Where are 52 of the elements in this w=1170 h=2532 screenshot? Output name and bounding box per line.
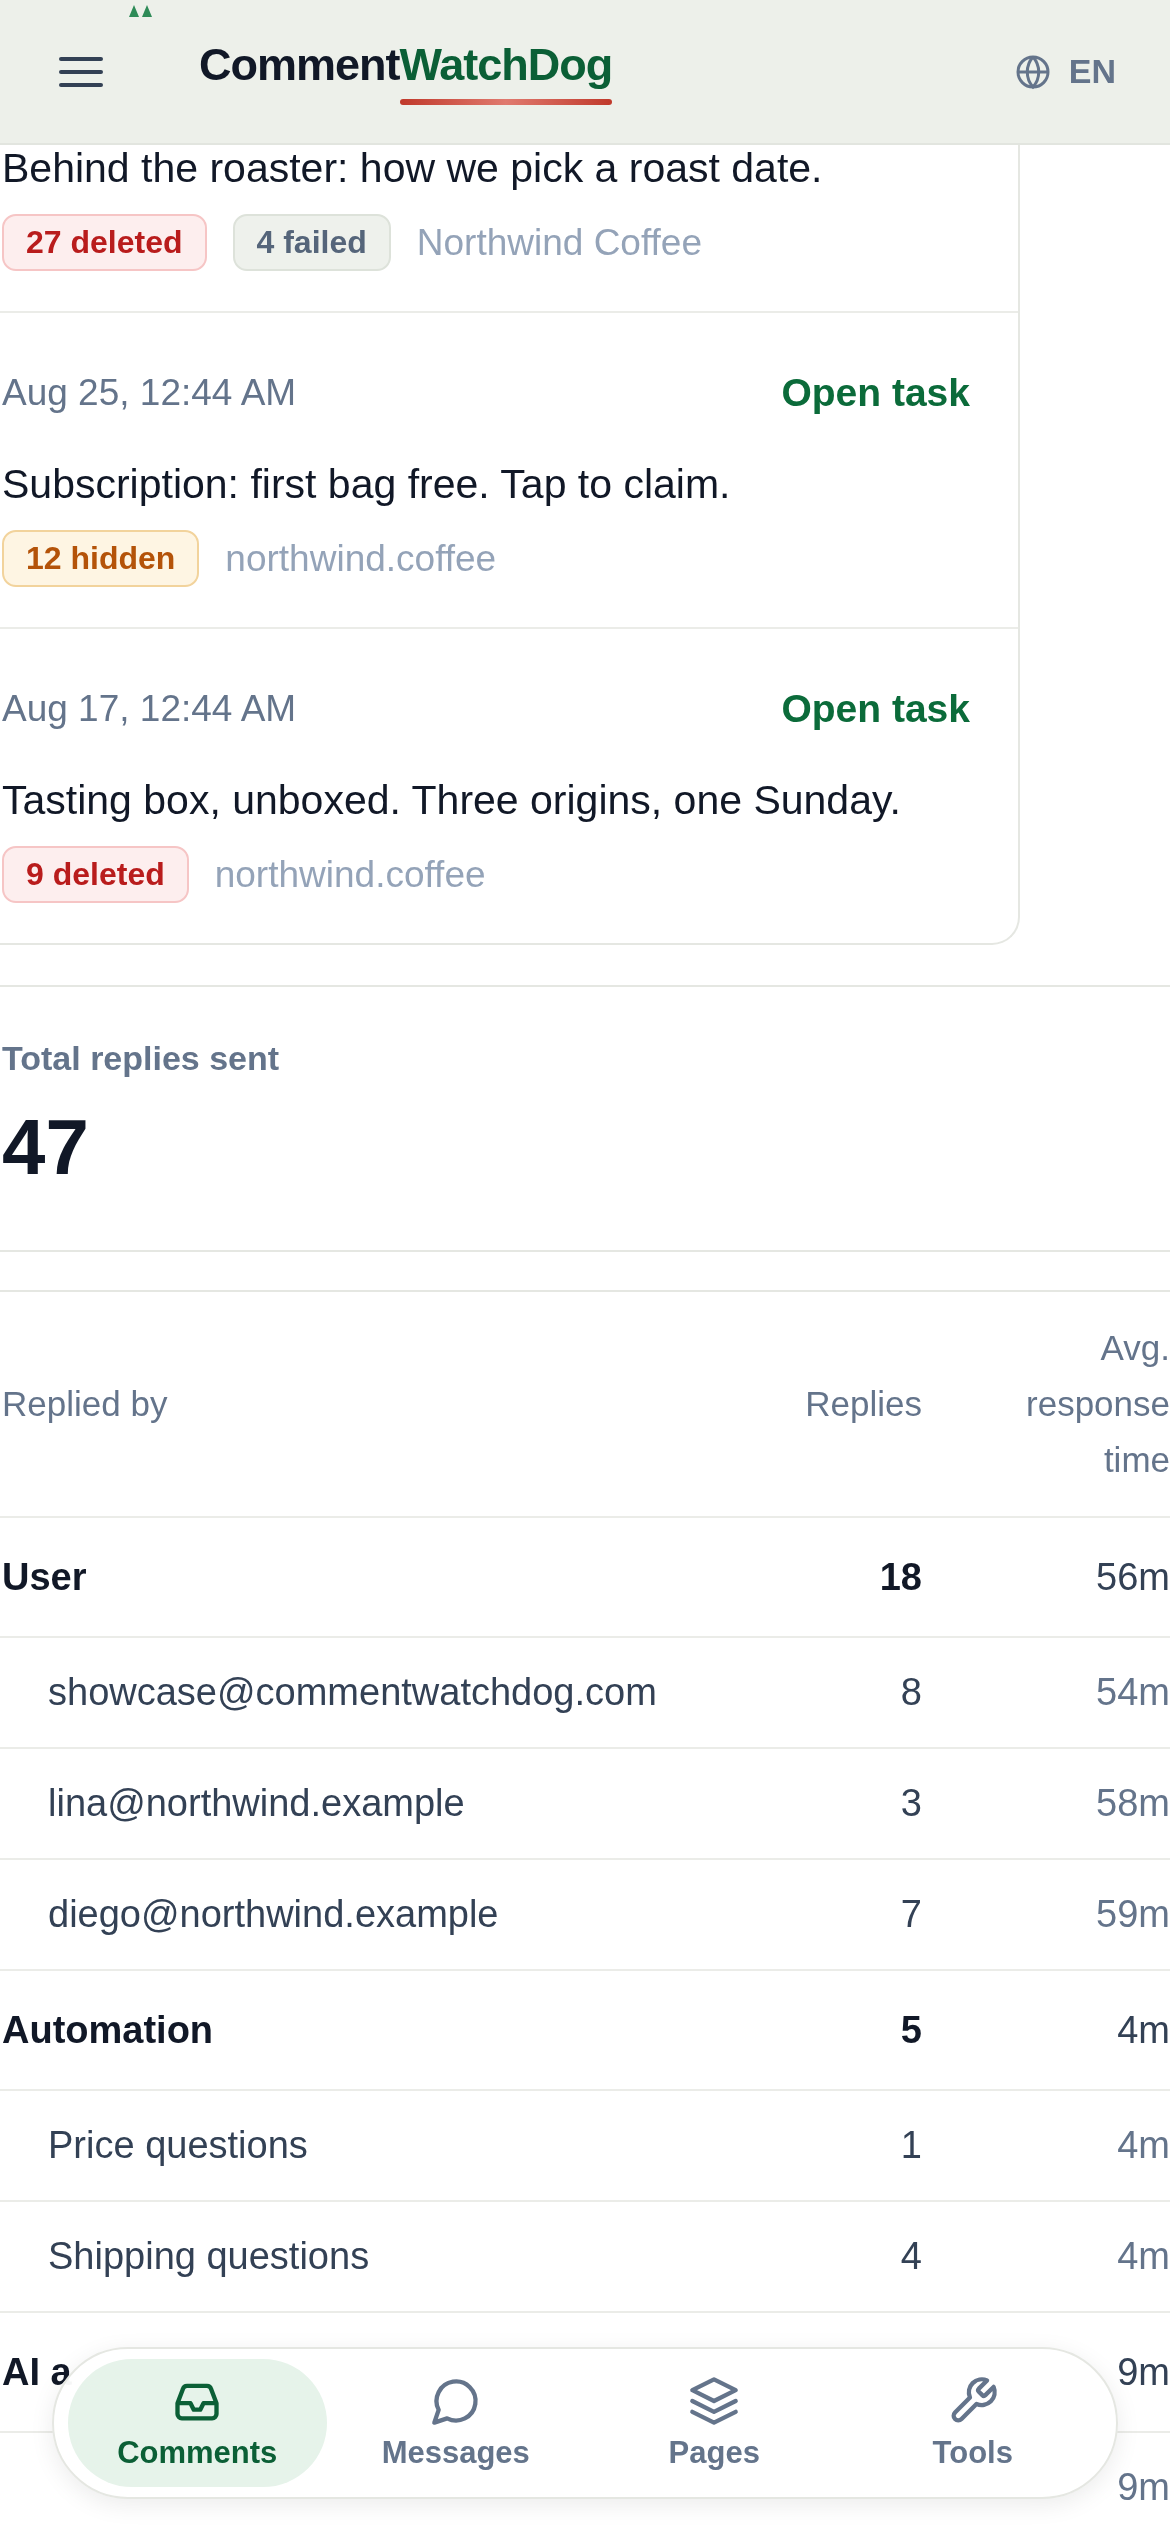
failed-count-badge: 4 failed	[232, 214, 391, 271]
table-cell: Price questions	[48, 2124, 308, 2166]
stat-label: Total replies sent	[2, 1039, 281, 1078]
task-date: Aug 25, 12:44 AM	[2, 372, 297, 414]
menu-icon[interactable]	[58, 54, 104, 89]
nav-tab[interactable]: Messages	[326, 2359, 585, 2487]
source-name: Northwind Coffee	[416, 221, 702, 264]
column-header: Avg. response time	[1025, 1327, 1170, 1481]
nav-tab[interactable]: Pages	[585, 2359, 844, 2487]
logo-text: Comment	[199, 38, 400, 91]
table-cell: 4m	[1117, 2124, 1170, 2166]
language-button[interactable]: EN	[1008, 51, 1122, 92]
table-cell: 58m	[1096, 1782, 1170, 1824]
table-cell: 5	[900, 2008, 922, 2051]
table-cell: 56m	[1096, 1555, 1170, 1598]
table-cell: 59m	[1096, 1893, 1170, 1935]
table-cell: 4m	[1117, 2008, 1170, 2051]
task-date: Aug 17, 12:44 AM	[2, 688, 297, 730]
table-cell: 1	[900, 2124, 922, 2166]
column-header: Replied by	[1, 1384, 169, 1424]
table-cell: 9m	[1117, 2350, 1170, 2393]
open-task-link[interactable]: Open task	[781, 371, 970, 415]
table-cell: 4m	[1117, 2235, 1170, 2277]
nav-tab[interactable]: Comments	[68, 2359, 327, 2487]
table-cell: lina@northwind.example	[48, 1782, 465, 1824]
post-title: Behind the roaster: how we pick a roast date.	[2, 145, 824, 192]
source-name: northwind.coffee	[225, 537, 497, 580]
deleted-count-badge: 9 deleted	[2, 846, 189, 903]
post-title: Tasting box, unboxed. Three origins, one Sunday.	[2, 777, 902, 824]
nav-tab[interactable]: Tools	[843, 2359, 1102, 2487]
table-cell: 8	[900, 1671, 922, 1713]
table-cell: User	[2, 1555, 87, 1598]
deleted-count-badge: 27 deleted	[2, 214, 207, 271]
hidden-count-badge: 12 hidden	[2, 530, 200, 587]
table-cell: 7	[900, 1893, 922, 1935]
table-cell: 54m	[1096, 1671, 1170, 1713]
source-name: northwind.coffee	[214, 853, 486, 896]
table-cell: diego@northwind.example	[48, 1893, 499, 1935]
table-cell: 9m	[1117, 2466, 1170, 2508]
globe-icon	[1014, 53, 1051, 90]
table-cell: Shipping questions	[48, 2235, 370, 2277]
column-header: Replies	[804, 1384, 922, 1424]
table-cell: 4	[900, 2235, 922, 2277]
stat-value: 47	[2, 1108, 90, 1186]
table-cell: showcase@commentwatchdog.com	[48, 1671, 657, 1713]
logo-text: WatchDog	[399, 38, 613, 90]
open-task-link[interactable]: Open task	[781, 687, 970, 731]
layers-icon	[688, 2375, 741, 2427]
post-title: Subscription: first bag free. Tap to claim.	[2, 461, 732, 508]
table-cell: Automation	[2, 2008, 214, 2051]
table-cell: 18	[879, 1555, 922, 1598]
table-cell: 3	[900, 1782, 922, 1824]
